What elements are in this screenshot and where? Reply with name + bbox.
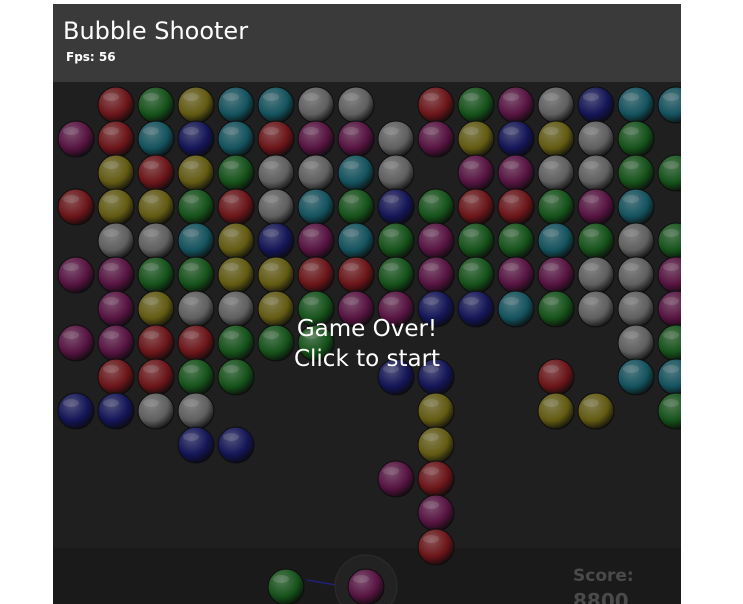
game-over-dim xyxy=(53,82,681,604)
game-canvas[interactable]: Bubble Shooter Fps: 56 Score: 8800 Game … xyxy=(53,4,681,604)
score-label: Score: xyxy=(573,566,634,586)
score-value: 8800 xyxy=(573,589,629,604)
bubble-layer xyxy=(53,82,681,604)
